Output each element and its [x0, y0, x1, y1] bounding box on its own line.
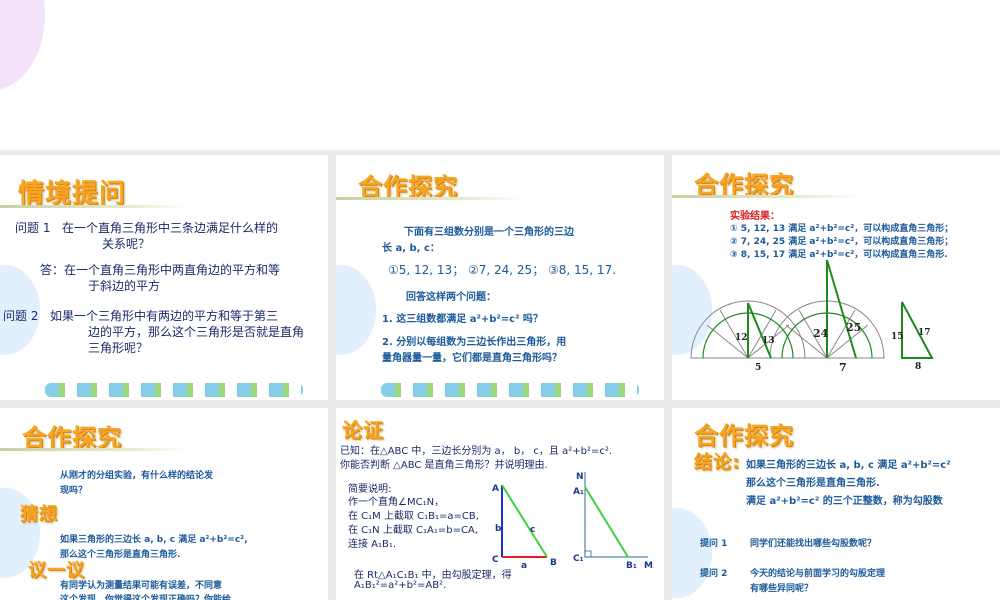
slide-thumbnail-6[interactable]: 合作探究 结论: 如果三角形的三边长 a, b, c 满足 a²+b²=c² 那… [672, 408, 1000, 600]
question-2-text: 边的平方，那么这个三角形是否就是直角 [88, 325, 305, 339]
slide-thumbnail-5[interactable]: 论证 已知：在△ABC 中，三边长分别为 a， b， c，且 a²+b²=c².… [336, 408, 664, 600]
question-2: 量角器量一量，它们都是直角三角形吗？ [382, 353, 562, 364]
discuss-text: 有同学认为测量结果可能有误差，不同意 [60, 581, 223, 591]
side-label: 17 [918, 328, 931, 338]
side-label: 7 [839, 361, 847, 374]
answer-text: 于斜边的平方 [88, 279, 161, 293]
question-1-label: 问题 1 [15, 221, 51, 235]
question-2-text: 三角形呢？ [88, 341, 149, 355]
side-label: 5 [755, 363, 761, 373]
side-label: 12 [735, 333, 748, 343]
question-1: 1. 这三组数都满足 a²+b²=c² 吗？ [382, 314, 543, 325]
prompt-text: 回答这样两个问题： [406, 292, 496, 303]
guess-heading: 猜想 [20, 504, 58, 525]
svg-text:B: B [550, 558, 557, 568]
conclusion-text: 满足 a²+b²=c² 的三个正整数，称为勾股数 [746, 496, 943, 507]
conclusion-text: 那么这个三角形是直角三角形. [746, 478, 880, 489]
slide-thumbnail-4[interactable]: 合作探究 从刚才的分组实验，有什么样的结论发 现吗？ 猜想 如果三角形的三边长 … [0, 408, 328, 600]
svg-text:B₁: B₁ [626, 561, 637, 571]
question-2-text: 如果一个三角形中有两边的平方和等于第三 [50, 309, 279, 323]
svg-text:C₁: C₁ [573, 554, 584, 564]
question-1-text: 同学们还能找出哪些勾股数呢？ [750, 539, 877, 549]
slide-title: 合作探究 [694, 422, 794, 450]
question-1-text: 关系呢？ [102, 237, 151, 251]
svg-text:b: b [495, 524, 502, 534]
svg-text:A₁: A₁ [573, 487, 584, 497]
svg-text:a: a [521, 561, 527, 571]
svg-text:N: N [576, 472, 584, 482]
balloon-decoration [0, 0, 45, 90]
side-label: 15 [891, 332, 904, 342]
slide-thumbnail-2[interactable]: 合作探究 下面有三组数分别是一个三角形的三边 长 a, b, c： ①5, 12… [336, 155, 664, 400]
answer-text: 答：在一个直角三角形中两直角边的平方和等 [40, 263, 281, 277]
question-text: 从刚才的分组实验，有什么样的结论发 [60, 471, 214, 481]
svg-text:c: c [530, 525, 535, 535]
number-groups: ①5, 12, 13； ②7, 24, 25； ③8, 15, 17. [388, 263, 617, 277]
side-label: 24 [813, 327, 829, 340]
conclusion-text: 如果三角形的三边长 a, b, c 满足 a²+b²=c² [746, 460, 951, 471]
question-1-text: 在一个直角三角形中三条边满足什么样的 [62, 221, 279, 235]
svg-text:A: A [492, 484, 499, 494]
side-label: 8 [915, 362, 921, 372]
triangle-5-12-13 [747, 302, 772, 359]
question-2-text: 有哪些异同呢？ [750, 584, 814, 594]
slide-thumbnail-3[interactable]: 合作探究 实验结果： ① 5, 12, 13 满足 a²+b²=c²，可以构成直… [672, 155, 1000, 400]
svg-text:M: M [644, 561, 653, 571]
question-2-label: 问题 2 [3, 309, 39, 323]
question-2-label: 提问 2 [700, 569, 728, 579]
slide-thumbnail-1[interactable]: 情境提问 问题 1 在一个直角三角形中三条边满足什么样的 关系呢？ 答：在一个直… [0, 155, 328, 400]
triangle-7-24-25 [826, 259, 857, 359]
intro-text: 长 a, b, c： [382, 243, 440, 254]
discuss-text: 这个发现，你觉得这个发现正确吗？你能给 [60, 595, 232, 600]
question-1-label: 提问 1 [700, 539, 728, 549]
svg-text:C: C [492, 555, 499, 565]
question-2: 2. 分别以每组数为三边长作出三角形，用 [382, 337, 567, 348]
balloon-decoration [672, 508, 712, 598]
triangle-figures: A C B a b c N A₁ C₁ B₁ M [492, 472, 653, 571]
question-2-text: 今天的结论与前面学习的勾股定理 [750, 569, 886, 579]
previous-slide-area [0, 0, 1000, 150]
side-label: 25 [846, 321, 861, 334]
side-label: 13 [762, 336, 775, 346]
conclusion-heading: 结论: [694, 452, 741, 473]
balloon-decoration [336, 265, 376, 355]
flower-decoration [45, 383, 303, 397]
flower-decoration [381, 383, 639, 397]
question-text: 现吗？ [60, 486, 88, 496]
guess-text: 如果三角形的三边长 a, b, c 满足 a²+b²=c², [60, 535, 248, 545]
protractor-diagram: 12 13 5 24 25 7 15 17 8 [690, 259, 934, 374]
intro-text: 下面有三组数分别是一个三角形的三边 [404, 227, 574, 238]
